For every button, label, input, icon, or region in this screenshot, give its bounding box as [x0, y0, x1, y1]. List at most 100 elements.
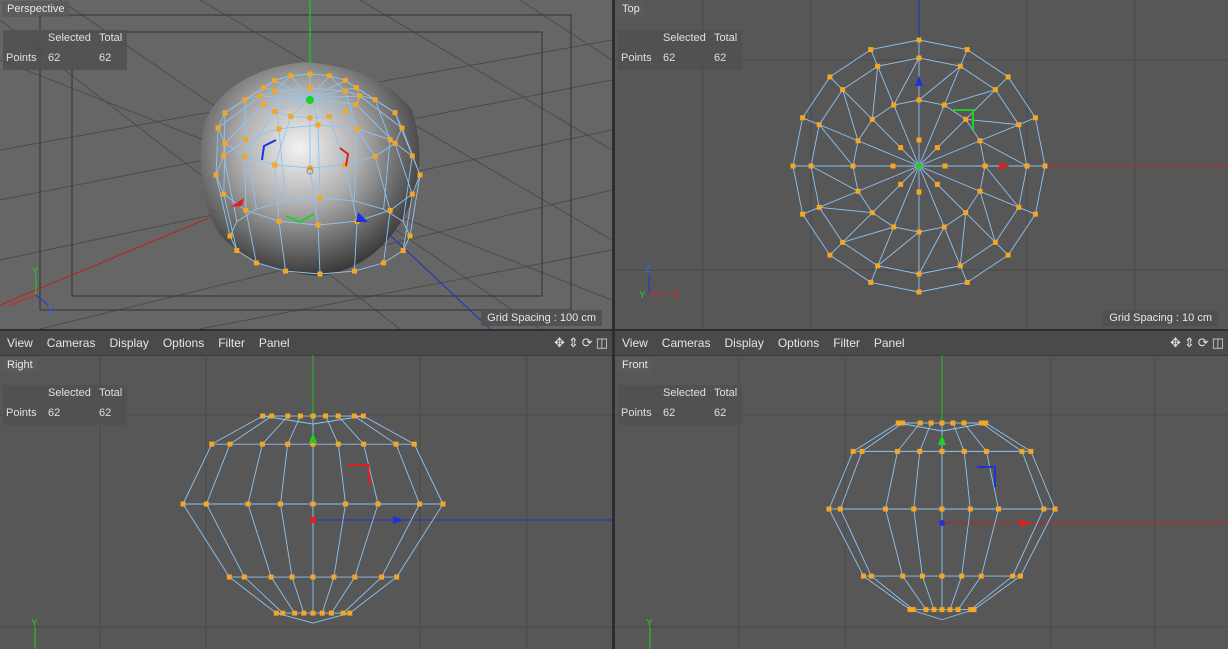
- mesh-point[interactable]: [417, 172, 423, 178]
- mesh-point[interactable]: [285, 413, 291, 419]
- mesh-point[interactable]: [898, 145, 904, 151]
- mesh-point[interactable]: [253, 260, 259, 266]
- mesh-point[interactable]: [227, 233, 233, 239]
- mesh-point[interactable]: [891, 224, 897, 230]
- mesh-point[interactable]: [222, 140, 228, 146]
- rotate-view-icon[interactable]: ⟳: [1198, 335, 1209, 351]
- mesh-point[interactable]: [898, 181, 904, 187]
- mesh-point[interactable]: [895, 420, 901, 426]
- mesh-point[interactable]: [326, 73, 332, 79]
- mesh-point[interactable]: [1032, 115, 1038, 121]
- mesh-point[interactable]: [827, 252, 833, 258]
- mesh-point[interactable]: [800, 211, 806, 217]
- mesh-point[interactable]: [837, 506, 843, 512]
- mesh-point[interactable]: [911, 506, 917, 512]
- mesh-point[interactable]: [289, 574, 295, 580]
- mesh-point[interactable]: [900, 420, 906, 426]
- menu-filter[interactable]: Filter: [211, 336, 252, 350]
- mesh-point[interactable]: [351, 268, 357, 274]
- mesh-point[interactable]: [310, 574, 316, 580]
- mesh-point[interactable]: [387, 207, 393, 213]
- mesh-point[interactable]: [259, 441, 265, 447]
- mesh-point[interactable]: [243, 137, 249, 143]
- mesh-point[interactable]: [381, 260, 387, 266]
- mesh-point[interactable]: [400, 248, 406, 254]
- mesh-point[interactable]: [213, 172, 219, 178]
- mesh-point[interactable]: [292, 610, 298, 616]
- perspective-viewport[interactable]: Y Z Perspective Selected Total Points 62…: [0, 0, 612, 329]
- mesh-point[interactable]: [260, 413, 266, 419]
- mesh-point[interactable]: [1032, 211, 1038, 217]
- mesh-point[interactable]: [891, 102, 897, 108]
- mesh-point[interactable]: [328, 610, 334, 616]
- mesh-point[interactable]: [342, 109, 348, 115]
- mesh-point[interactable]: [242, 153, 248, 159]
- mesh-point[interactable]: [209, 441, 215, 447]
- move-view-icon[interactable]: ✥: [554, 335, 565, 351]
- mesh-point[interactable]: [942, 163, 948, 169]
- mesh-point[interactable]: [360, 413, 366, 419]
- mesh-point[interactable]: [978, 420, 984, 426]
- mesh-point[interactable]: [315, 122, 321, 128]
- mesh-point[interactable]: [261, 101, 267, 107]
- mesh-point[interactable]: [342, 77, 348, 83]
- mesh-point[interactable]: [869, 116, 875, 122]
- mesh-point[interactable]: [916, 271, 922, 277]
- mesh-point[interactable]: [440, 501, 446, 507]
- mesh-point[interactable]: [855, 138, 861, 144]
- mesh-point[interactable]: [992, 239, 998, 245]
- mesh-point[interactable]: [959, 573, 965, 579]
- mesh-point[interactable]: [372, 153, 378, 159]
- mesh-point[interactable]: [910, 607, 916, 613]
- mesh-point[interactable]: [992, 87, 998, 93]
- mesh-point[interactable]: [816, 204, 822, 210]
- mesh-point[interactable]: [276, 218, 282, 224]
- mesh-point[interactable]: [399, 125, 405, 131]
- right-viewport[interactable]: View Cameras Display Options Filter Pane…: [0, 331, 612, 649]
- mesh-point[interactable]: [269, 413, 275, 419]
- mesh-point[interactable]: [859, 448, 865, 454]
- mesh-point[interactable]: [916, 289, 922, 295]
- mesh-point[interactable]: [317, 195, 323, 201]
- mesh-point[interactable]: [890, 163, 896, 169]
- viewport-name-front[interactable]: Front: [617, 357, 653, 373]
- mesh-point[interactable]: [916, 137, 922, 143]
- mesh-point[interactable]: [342, 88, 348, 94]
- mesh-point[interactable]: [307, 85, 313, 91]
- mesh-point[interactable]: [407, 233, 413, 239]
- mesh-point[interactable]: [868, 573, 874, 579]
- pan-view-icon[interactable]: ⇕: [568, 335, 579, 351]
- mesh-point[interactable]: [983, 448, 989, 454]
- mesh-point[interactable]: [393, 441, 399, 447]
- mesh-point[interactable]: [900, 573, 906, 579]
- mesh-point[interactable]: [301, 610, 307, 616]
- mesh-point[interactable]: [875, 263, 881, 269]
- mesh-point[interactable]: [242, 97, 248, 103]
- mesh-point[interactable]: [947, 607, 953, 613]
- menu-view[interactable]: View: [615, 336, 655, 350]
- mesh-point[interactable]: [288, 113, 294, 119]
- mesh-point[interactable]: [353, 85, 359, 91]
- mesh-point[interactable]: [272, 109, 278, 115]
- front-pivot[interactable]: [939, 520, 945, 526]
- mesh-point[interactable]: [272, 162, 278, 168]
- mesh-point[interactable]: [978, 573, 984, 579]
- mesh-point[interactable]: [850, 448, 856, 454]
- y-handle[interactable]: [306, 96, 314, 104]
- mesh-point[interactable]: [816, 122, 822, 128]
- mesh-point[interactable]: [226, 574, 232, 580]
- mesh-point[interactable]: [310, 413, 316, 419]
- mesh-point[interactable]: [916, 55, 922, 61]
- mesh-point[interactable]: [379, 574, 385, 580]
- mesh-point[interactable]: [283, 268, 289, 274]
- mesh-point[interactable]: [317, 271, 323, 277]
- mesh-point[interactable]: [869, 210, 875, 216]
- menu-panel[interactable]: Panel: [252, 336, 297, 350]
- mesh-point[interactable]: [222, 110, 228, 116]
- mesh-point[interactable]: [875, 63, 881, 69]
- front-y-handle[interactable]: [938, 435, 946, 445]
- mesh-point[interactable]: [351, 413, 357, 419]
- mesh-point[interactable]: [1018, 573, 1024, 579]
- menu-view[interactable]: View: [0, 336, 40, 350]
- mesh-point[interactable]: [319, 610, 325, 616]
